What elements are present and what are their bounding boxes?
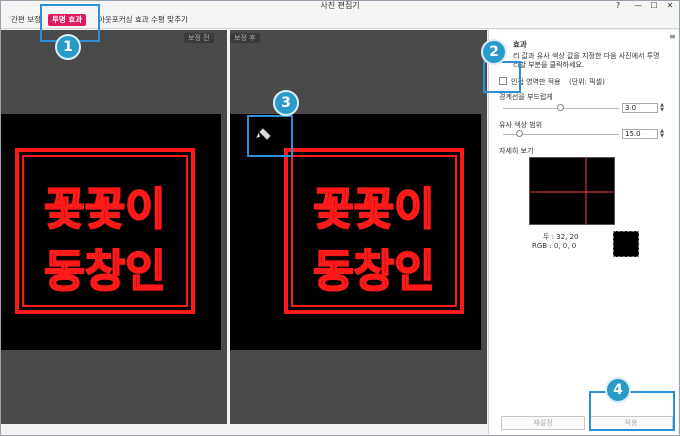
callout-1: 1: [55, 34, 81, 60]
photo-editor-window: 사진 편집기 ? — ☐ ✕ 간편 보정 투명 효과 아웃포커싱 효과 수평 맞…: [0, 0, 680, 436]
crosshair-icon: [530, 158, 614, 224]
stamp-text-line2: 동창인: [313, 246, 434, 297]
color-swatch: [613, 231, 639, 257]
similar-color-spinner[interactable]: ▲ ▼: [659, 129, 665, 139]
title-bar: 사진 편집기 ? — ☐ ✕: [1, 1, 679, 11]
callout-box-4: [589, 391, 675, 431]
detail-view-label: 자세히 보기: [499, 147, 534, 155]
stamp-text-line2: 동창인: [44, 246, 165, 297]
edge-smooth-input[interactable]: 3.0: [622, 103, 658, 113]
detail-zoom-view: [529, 157, 615, 225]
minimize-button[interactable]: —: [631, 1, 645, 11]
similar-color-slider-handle[interactable]: [516, 130, 524, 137]
callout-3: 3: [273, 90, 299, 116]
close-button[interactable]: ✕: [663, 1, 677, 11]
rgb-readout: RGB : 0, 0, 0: [532, 242, 577, 250]
help-button[interactable]: ?: [611, 1, 625, 11]
stamp-before: 꽃꽃이 동창인: [15, 148, 195, 314]
stamp-text-line1: 꽃꽃이: [313, 184, 434, 235]
callout-2: 2: [481, 39, 507, 65]
section-title: 효과: [513, 40, 527, 49]
tab-level-adjust[interactable]: 수평 맞추기: [147, 14, 192, 26]
callout-box-3: [247, 115, 293, 157]
tab-bar: 간편 보정 투명 효과 아웃포커싱 효과 수평 맞추기: [1, 11, 679, 29]
before-image: 꽃꽃이 동창인: [1, 114, 221, 350]
callout-4: 4: [605, 377, 631, 403]
before-pane: 보정 전 꽃꽃이 동창인: [1, 30, 227, 424]
reset-button[interactable]: 재설정: [501, 416, 585, 430]
unit-label: (단위: 픽셀): [569, 78, 605, 86]
tab-outfocusing-effect[interactable]: 아웃포커싱 효과: [94, 14, 153, 26]
window-title: 사진 편집기: [320, 1, 360, 10]
maximize-button[interactable]: ☐: [647, 1, 661, 11]
edge-smooth-spinner[interactable]: ▲ ▼: [659, 103, 665, 113]
coordinate-readout: 두 : 32, 20: [543, 233, 579, 241]
instruction-text: 리 값과 유사 색상 값을 지정한 다음 사진에서 투명 리할 부분을 클릭하세…: [513, 52, 660, 69]
similar-color-input[interactable]: 15.0: [622, 129, 658, 139]
edge-smooth-label: 경계선을 부드럽게: [499, 93, 553, 101]
before-label: 보정 전: [184, 33, 214, 43]
after-label: 보정 후: [230, 33, 260, 43]
panel-menu-icon[interactable]: ≡: [669, 32, 676, 41]
callout-box-2: [483, 61, 521, 93]
stamp-text-line1: 꽃꽃이: [44, 184, 165, 235]
similar-color-label: 유사 색상 범위: [499, 121, 543, 129]
after-pane: 보정 후 꽃꽃이 동창인: [230, 30, 487, 424]
edge-smooth-slider-handle[interactable]: [557, 104, 564, 111]
